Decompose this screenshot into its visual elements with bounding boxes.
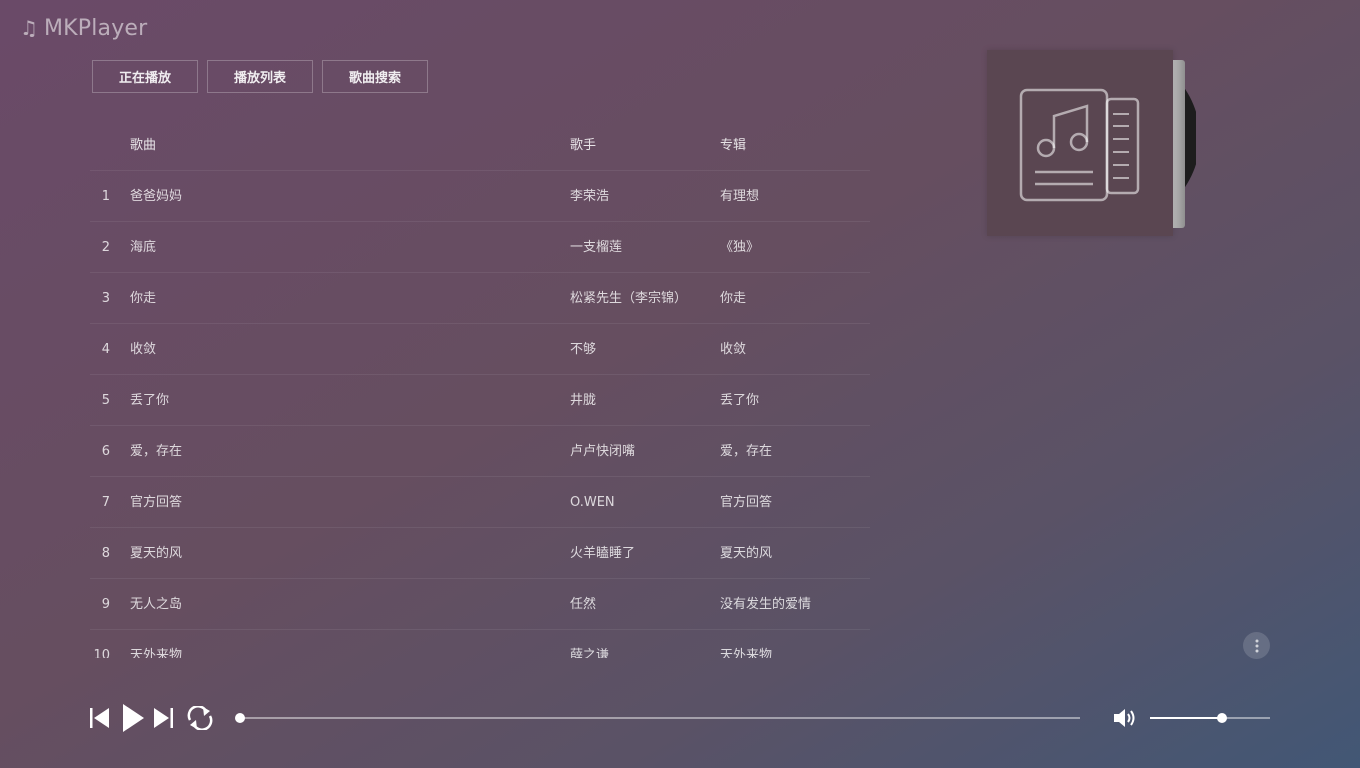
- song-artist[interactable]: 井胧: [570, 375, 596, 426]
- music-album-placeholder-icon: [1019, 88, 1140, 202]
- app-logo: ♫ MKPlayer: [20, 14, 147, 42]
- app-title: MKPlayer: [43, 15, 148, 41]
- song-artist[interactable]: 火羊瞌睡了: [570, 528, 635, 579]
- album-sleeve-edge: [1173, 60, 1185, 228]
- skip-previous-icon[interactable]: [89, 707, 111, 729]
- song-album[interactable]: 收敛: [720, 324, 746, 375]
- more-vertical-icon: [1255, 639, 1258, 652]
- song-row[interactable]: 4 收敛 不够 收敛: [90, 324, 870, 375]
- song-row[interactable]: 1 爸爸妈妈 李荣浩 有理想: [90, 171, 870, 222]
- song-name[interactable]: 官方回答: [130, 477, 182, 528]
- song-number: 6: [101, 444, 110, 459]
- song-artist[interactable]: 不够: [570, 324, 596, 375]
- song-artist[interactable]: 李荣浩: [570, 171, 609, 222]
- song-number: 10: [93, 648, 110, 658]
- song-artist[interactable]: 任然: [570, 579, 596, 630]
- volume-slider[interactable]: [1150, 713, 1270, 723]
- song-row[interactable]: 6 爱，存在 卢卢快闭嘴 爱，存在: [90, 426, 870, 477]
- song-album[interactable]: 《独》: [720, 222, 759, 273]
- progress-handle[interactable]: [235, 713, 245, 723]
- header-artist: 歌手: [570, 138, 597, 153]
- song-row[interactable]: 9 无人之岛 任然 没有发生的爱情: [90, 579, 870, 630]
- volume-icon[interactable]: [1113, 706, 1139, 730]
- song-album[interactable]: 官方回答: [720, 477, 772, 528]
- song-artist[interactable]: O.WEN: [570, 477, 615, 528]
- song-number: 4: [101, 342, 110, 357]
- song-row[interactable]: 3 你走 松紧先生（李宗锦） 你走: [90, 273, 870, 324]
- tab-bar: 正在播放 播放列表 歌曲搜索: [92, 60, 437, 93]
- song-name[interactable]: 丢了你: [130, 375, 169, 426]
- song-album[interactable]: 你走: [720, 273, 746, 324]
- song-number: 7: [101, 495, 110, 510]
- song-artist[interactable]: 松紧先生（李宗锦）: [570, 273, 687, 324]
- song-album[interactable]: 没有发生的爱情: [720, 579, 811, 630]
- song-artist[interactable]: 卢卢快闭嘴: [570, 426, 635, 477]
- song-number: 1: [101, 189, 110, 204]
- play-icon[interactable]: [121, 703, 145, 733]
- music-note-icon: ♫: [20, 16, 38, 40]
- volume-fill: [1150, 717, 1222, 719]
- more-options-button[interactable]: [1243, 632, 1270, 659]
- song-row[interactable]: 2 海底 一支榴莲 《独》: [90, 222, 870, 273]
- song-row[interactable]: 10 天外来物 薛之谦 天外来物: [90, 630, 870, 658]
- song-album[interactable]: 夏天的风: [720, 528, 772, 579]
- song-name[interactable]: 海底: [130, 222, 156, 273]
- song-number: 9: [101, 597, 110, 612]
- song-row[interactable]: 5 丢了你 井胧 丢了你: [90, 375, 870, 426]
- song-number: 3: [101, 291, 110, 306]
- song-album[interactable]: 爱，存在: [720, 426, 772, 477]
- progress-bar[interactable]: [235, 713, 1080, 723]
- tab-now-playing[interactable]: 正在播放: [92, 60, 198, 93]
- skip-next-icon[interactable]: [152, 707, 174, 729]
- song-name[interactable]: 天外来物: [130, 630, 182, 658]
- volume-handle[interactable]: [1217, 713, 1227, 723]
- song-album[interactable]: 丢了你: [720, 375, 759, 426]
- tab-playlist[interactable]: 播放列表: [207, 60, 313, 93]
- song-artist[interactable]: 薛之谦: [570, 630, 609, 658]
- header-album: 专辑: [720, 138, 747, 153]
- song-list[interactable]: 歌曲 歌手 专辑 1 爸爸妈妈 李荣浩 有理想 2 海底 一支榴莲 《独》 3 …: [90, 120, 870, 658]
- song-name[interactable]: 收敛: [130, 324, 156, 375]
- song-album[interactable]: 天外来物: [720, 630, 772, 658]
- song-album[interactable]: 有理想: [720, 171, 759, 222]
- song-artist[interactable]: 一支榴莲: [570, 222, 622, 273]
- tab-song-search[interactable]: 歌曲搜索: [322, 60, 428, 93]
- song-name[interactable]: 你走: [130, 273, 156, 324]
- song-number: 5: [101, 393, 110, 408]
- album-cover: [987, 50, 1173, 236]
- repeat-icon[interactable]: [186, 706, 214, 730]
- song-number: 2: [101, 240, 110, 255]
- song-row[interactable]: 7 官方回答 O.WEN 官方回答: [90, 477, 870, 528]
- song-list-header: 歌曲 歌手 专辑: [90, 120, 870, 171]
- song-row[interactable]: 8 夏天的风 火羊瞌睡了 夏天的风: [90, 528, 870, 579]
- song-number: 8: [101, 546, 110, 561]
- song-name[interactable]: 夏天的风: [130, 528, 182, 579]
- song-name[interactable]: 爱，存在: [130, 426, 182, 477]
- song-name[interactable]: 爸爸妈妈: [130, 171, 182, 222]
- song-name[interactable]: 无人之岛: [130, 579, 182, 630]
- header-song: 歌曲: [130, 138, 157, 153]
